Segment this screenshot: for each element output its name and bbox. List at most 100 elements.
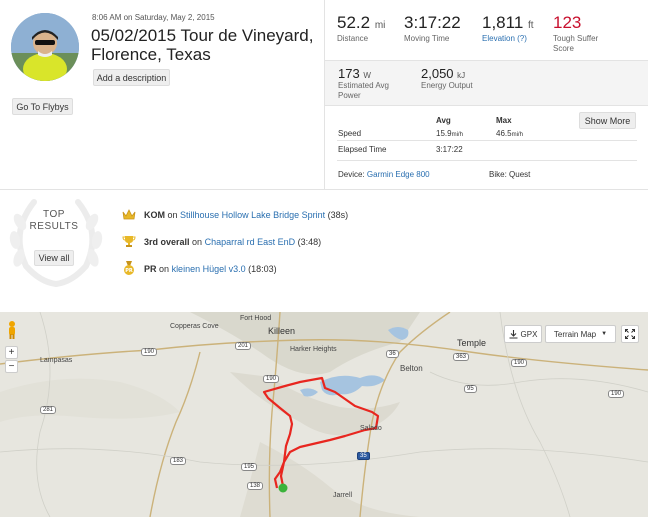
moving-time-value: 3:17:22 — [404, 13, 461, 32]
show-more-button[interactable]: Show More — [579, 112, 636, 129]
map-label-temple: Temple — [457, 338, 487, 348]
device-label: Device: — [338, 170, 365, 179]
speed-max-unit: mi/h — [511, 132, 523, 138]
result-pr-label: PR — [144, 263, 157, 274]
result-kom-label: KOM — [144, 210, 165, 220]
zoom-out-button[interactable]: − — [5, 360, 18, 373]
result-row-pr: PR PR on kleinen Hügel v3.0 (18:03) — [122, 261, 277, 276]
table-row-divider — [337, 140, 637, 141]
crown-icon — [122, 209, 136, 220]
avg-power-label1: Estimated Avg — [338, 81, 389, 90]
avg-power-value: 173 — [338, 66, 360, 81]
speed-avg: 15.9mi/h — [436, 129, 463, 138]
result-kom-time: (38s) — [327, 210, 349, 220]
result-kom-on: on — [167, 210, 178, 220]
route-start-marker — [278, 483, 288, 493]
laurel-wreath-icon — [4, 192, 108, 288]
energy-unit: kJ — [457, 71, 466, 80]
suffer-score-label1: Tough Suffer — [553, 34, 599, 43]
result-3rd-segment-link[interactable]: Chaparral rd East EnD — [205, 237, 296, 247]
view-all-results-button[interactable]: View all — [34, 250, 74, 266]
speed-label: Speed — [338, 129, 362, 138]
activity-title-line2: Florence, Texas — [91, 45, 211, 64]
go-to-flybys-button[interactable]: Go To Flybys — [12, 98, 73, 115]
avatar-image — [11, 13, 79, 81]
suffer-score-value[interactable]: 123 — [553, 13, 598, 33]
terrain-map-dropdown[interactable]: Terrain Map ▼ — [545, 325, 616, 343]
energy-label: Energy Output — [421, 81, 473, 90]
table-bottom-divider — [337, 160, 637, 161]
street-view-pegman-icon[interactable] — [6, 320, 18, 340]
terrain-map-label: Terrain Map — [553, 329, 597, 339]
map-label-jarrell: Jarrell — [333, 492, 353, 499]
elevation-value: 1,811 — [482, 13, 524, 32]
bike-info: Bike: Quest — [489, 170, 530, 179]
result-pr-on: on — [159, 263, 170, 274]
map-label-lampasas: Lampasas — [40, 357, 73, 364]
map-label-harker-heights: Harker Heights — [290, 346, 337, 353]
elapsed-label: Elapsed Time — [338, 145, 387, 154]
road-shield-281: 281 — [40, 406, 57, 414]
athlete-avatar[interactable] — [11, 13, 79, 81]
speed-avg-value: 15.9 — [436, 129, 452, 138]
bike-label: Bike: — [489, 170, 507, 179]
road-shield-190-east: 190 — [511, 359, 528, 367]
road-shield-190-killeen: 190 — [263, 375, 280, 383]
map-label-copperas-cove: Copperas Cove — [170, 323, 219, 330]
avg-power-label2: Power — [338, 91, 361, 100]
activity-datetime: 8:06 AM on Saturday, May 2, 2015 — [92, 13, 215, 22]
device-info: Device: Garmin Edge 800 — [338, 170, 430, 179]
fullscreen-button[interactable] — [621, 325, 639, 343]
stat-moving-time: 3:17:22 Moving Time — [404, 13, 461, 44]
svg-text:PR: PR — [125, 268, 133, 274]
result-pr-segment-link[interactable]: kleinen Hügel v3.0 — [172, 264, 246, 274]
distance-value: 52.2 — [337, 13, 371, 32]
speed-max: 46.5mi/h — [496, 129, 523, 138]
speed-max-value: 46.5 — [496, 129, 512, 138]
road-shield-190-west: 190 — [141, 348, 158, 356]
top-results-heading-line1: TOP — [43, 209, 65, 220]
energy-value: 2,050 — [421, 66, 454, 81]
trophy-icon — [122, 236, 136, 247]
stat-suffer-score: 123 Tough Suffer Score — [553, 13, 598, 54]
medal-icon: PR — [124, 261, 134, 275]
road-shield-95: 95 — [464, 385, 477, 393]
top-results-heading-line2: RESULTS — [29, 221, 79, 232]
bike-value: Quest — [509, 170, 531, 179]
map-label-belton: Belton — [400, 364, 423, 373]
dropdown-caret-icon: ▼ — [601, 331, 608, 337]
result-pr-time: (18:03) — [248, 263, 277, 274]
route-map[interactable]: Copperas Cove Fort Hood Killeen Harker H… — [0, 312, 648, 517]
stat-distance: 52.2 mi Distance — [337, 13, 385, 44]
result-row-3rd: 3rd overall on Chaparral rd East EnD (3:… — [122, 235, 321, 248]
road-shield-36: 36 — [386, 350, 399, 358]
col-header-max: Max — [496, 116, 512, 125]
map-label-fort-hood: Fort Hood — [240, 315, 272, 322]
suffer-score-label2: Score — [553, 44, 574, 53]
gpx-download-button[interactable]: GPX — [504, 325, 542, 343]
road-shield-183: 183 — [170, 457, 187, 465]
result-row-kom: KOM on Stillhouse Hollow Lake Bridge Spr… — [122, 209, 348, 221]
add-description-button[interactable]: Add a description — [93, 69, 170, 86]
stat-energy: 2,050 kJ Energy Output — [421, 66, 473, 91]
elapsed-value: 3:17:22 — [436, 145, 463, 154]
col-header-avg: Avg — [436, 116, 451, 125]
map-label-salado: Salado — [360, 425, 382, 432]
device-link[interactable]: Garmin Edge 800 — [367, 170, 430, 179]
result-3rd-on: on — [192, 236, 203, 247]
expand-icon — [625, 329, 635, 339]
avg-power-unit: W — [363, 71, 371, 80]
elevation-info-link[interactable]: Elevation (?) — [482, 34, 534, 44]
zoom-in-button[interactable]: + — [5, 346, 18, 359]
road-shield-363: 363 — [453, 353, 470, 361]
result-kom-segment-link[interactable]: Stillhouse Hollow Lake Bridge Sprint — [180, 210, 325, 220]
activity-title-line1: 05/02/2015 Tour de Vineyard, — [91, 26, 314, 45]
road-shield-138: 138 — [247, 482, 264, 490]
road-shield-201: 201 — [235, 342, 252, 350]
distance-unit: mi — [374, 20, 386, 31]
section-divider — [0, 189, 648, 190]
map-label-killeen: Killeen — [268, 326, 296, 336]
stats-divider-mid — [325, 105, 648, 106]
stat-avg-power: 173 W Estimated Avg Power — [338, 66, 389, 101]
elevation-unit: ft — [528, 20, 534, 31]
